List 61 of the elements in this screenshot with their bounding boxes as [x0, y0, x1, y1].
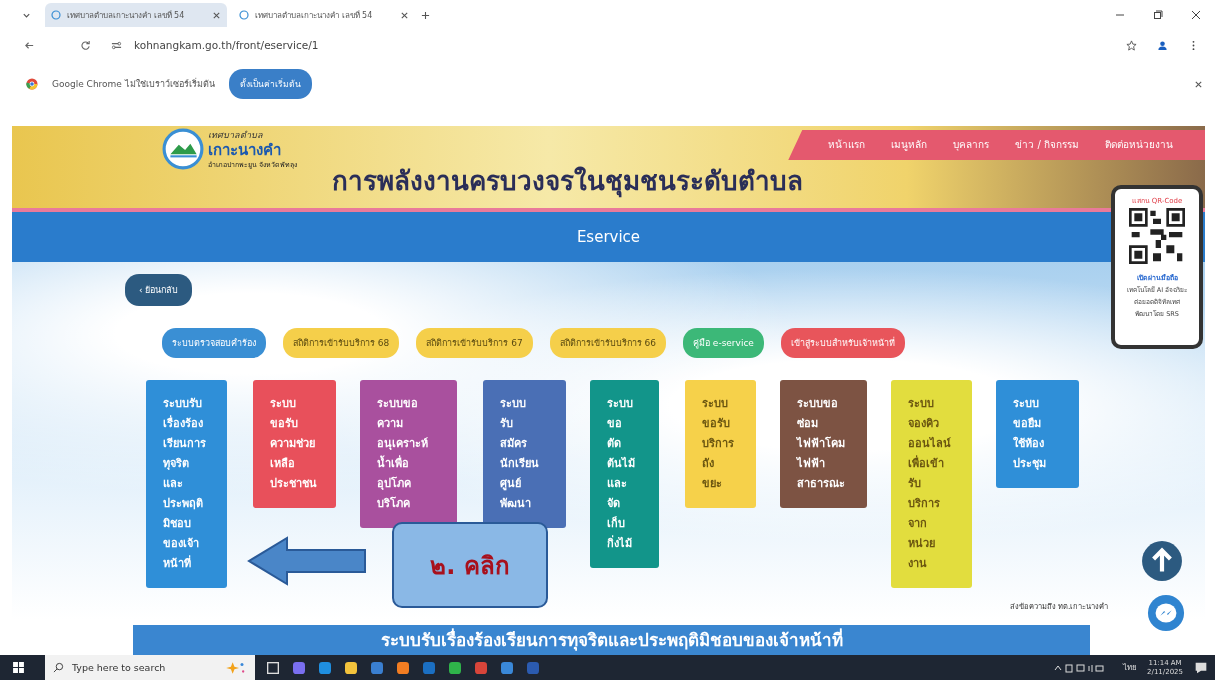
browser-tab[interactable]: เทศบาลตำบลเกาะนางคำ เลขที่ 54 — [45, 3, 227, 27]
service-card[interactable]: ระบบ ขอรับ บริการ ถัง ขยะ — [685, 380, 756, 508]
close-icon[interactable] — [1194, 79, 1203, 89]
callout-text: ๒. คลิก — [430, 550, 510, 582]
banner-slogan: การพลังงานครบวงจรในชุมชนระดับตำบล — [332, 165, 803, 200]
org-label: เทศบาลตำบล — [208, 129, 264, 142]
service-link-button[interactable]: เข้าสู่ระบบสำหรับเจ้าหน้าที่ — [780, 328, 905, 358]
nav-link[interactable]: ข่าว / กิจกรรม — [1015, 137, 1079, 152]
language-indicator[interactable]: ไทย — [1123, 661, 1138, 674]
set-default-button[interactable]: ตั้งเป็นค่าเริ่มต้น — [228, 69, 312, 99]
task-view-icon[interactable] — [265, 659, 281, 676]
close-icon[interactable] — [1191, 10, 1201, 20]
address-field[interactable]: kohnangkam.go.th/front/eservice/1 — [134, 39, 319, 51]
qr-code-icon — [1129, 208, 1185, 264]
restore-icon[interactable] — [1153, 10, 1163, 20]
back-button[interactable]: ‹ ย้อนกลับ — [125, 274, 193, 306]
taskbar-app-icon[interactable] — [447, 659, 463, 676]
service-card[interactable]: ระบบขอ ซ่อม ไฟฟ้าโคม ไฟฟ้า สาธารณะ — [780, 380, 867, 508]
site-settings-icon[interactable] — [111, 39, 122, 51]
browser-logo-icon — [26, 78, 38, 90]
service-link-button[interactable]: สถิติการเข้ารับบริการ 66 — [549, 328, 666, 358]
taskbar-app-icon[interactable] — [343, 659, 359, 676]
close-icon[interactable] — [212, 10, 221, 20]
taskbar-app-icon[interactable] — [291, 659, 307, 676]
service-card[interactable]: ระบบ จองคิว ออนไลน์ เพื่อเข้า รับ บริการ จาก หน่วย งาน — [891, 380, 972, 588]
taskbar-app-icon[interactable] — [317, 659, 333, 676]
left-arrow-icon — [246, 536, 368, 586]
infobar-message: Google Chrome ไม่ใช่เบราว์เซอร์เริ่มต้น — [52, 77, 215, 91]
service-card[interactable]: ระบบรับ เรื่องร้อง เรียนการ ทุจริต และ ประพฤติ มิชอบ ของเจ้า หน้าที่ — [146, 380, 227, 588]
site-logo-icon — [239, 10, 249, 20]
service-card[interactable]: ระบบ ขอ ตัด ต้นไม้ และ จัด เก็บ กิ่งไม้ — [590, 380, 659, 568]
taskbar-app-icon[interactable] — [499, 659, 515, 676]
start-icon[interactable] — [12, 661, 25, 674]
site-logo-icon — [51, 10, 61, 20]
service-card[interactable]: ระบบขอ ความ อนุเคราะห์ น้ำเพื่อ อุปโภค บริโภค — [360, 380, 457, 528]
browser-tab[interactable]: เทศบาลตำบลเกาะนางคำ เลขที่ 54 — [233, 3, 415, 27]
taskbar-app-icon[interactable] — [369, 659, 385, 676]
close-icon[interactable] — [400, 10, 409, 20]
service-card[interactable]: ระบบ ขอรับ ความช่วย เหลือ ประชาชน — [253, 380, 336, 508]
nav-link[interactable]: ติดต่อหน่วยงาน — [1105, 137, 1173, 152]
municipal-seal-icon — [162, 128, 204, 170]
org-name: เกาะนางคำ — [208, 142, 282, 159]
nav-link[interactable]: บุคลากร — [953, 137, 990, 152]
star-icon[interactable] — [1126, 39, 1137, 51]
taskbar-search-field[interactable]: Type here to search — [45, 655, 255, 680]
section-heading: ระบบรับเรื่องร้องเรียนการทุจริตและประพฤติมิชอบของเจ้าหน้าที่ — [380, 628, 843, 652]
taskbar-app-icon[interactable] — [395, 659, 411, 676]
service-link-button[interactable]: ระบบตรวจสอบคำร้อง — [162, 328, 266, 358]
service-link-button[interactable]: สถิติการเข้ารับบริการ 68 — [283, 328, 400, 358]
scroll-up-button[interactable] — [1141, 540, 1183, 582]
nav-link[interactable]: หน้าแรก — [828, 137, 866, 152]
search-icon — [53, 662, 64, 673]
profile-icon[interactable] — [1157, 39, 1168, 51]
new-tab-icon[interactable] — [421, 10, 430, 20]
page-title: Eservice — [576, 228, 641, 246]
nav-link[interactable]: เมนูหลัก — [891, 137, 928, 152]
reload-icon[interactable] — [80, 39, 91, 51]
service-link-button[interactable]: คู่มือ e-service — [683, 328, 764, 358]
service-link-button[interactable]: สถิติการเข้ารับบริการ 67 — [416, 328, 533, 358]
service-card[interactable]: ระบบ ขอยืม ใช้ห้อง ประชุม — [996, 380, 1079, 488]
service-card[interactable]: ระบบ รับ สมัคร นักเรียน ศูนย์ พัฒนา — [483, 380, 566, 528]
